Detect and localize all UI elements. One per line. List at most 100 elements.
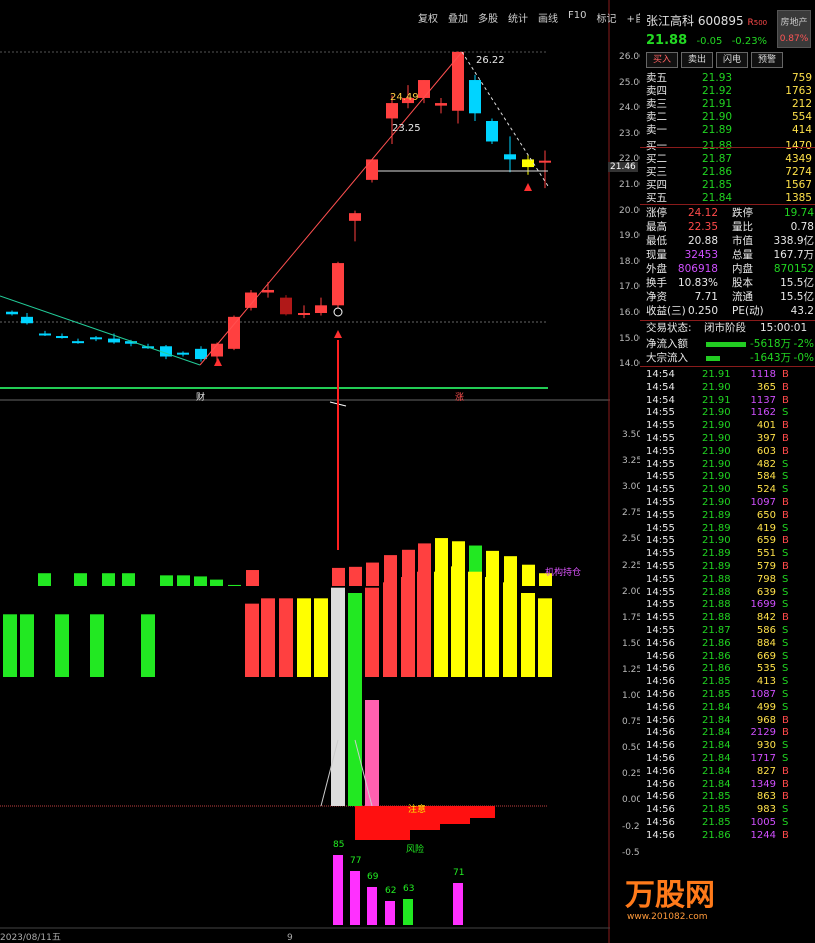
indicator-bar [279, 598, 293, 677]
trade-volume: 2129 [750, 727, 776, 739]
toolbar-item-0[interactable]: 复权 [418, 10, 438, 25]
trade-price: 21.84 [702, 765, 731, 777]
trade-row: 14:56 21.84 1349 B [646, 779, 814, 792]
indicator-bar [331, 587, 345, 806]
buy-button[interactable]: 买入 [646, 52, 678, 68]
price-change: -0.05 [696, 36, 723, 47]
candle [349, 210, 361, 242]
trade-volume: 579 [756, 561, 776, 572]
toolbar-item-6[interactable]: 标记 [596, 10, 616, 25]
trade-row: 14:55 21.88 639 S [646, 587, 814, 600]
kline-chart-area[interactable]: 26.22 24.49 23.25 财 涨注意 风险 机构持仓 85 77 69 62 63 71 202… [0, 0, 610, 943]
stats-key: 外盘 [646, 263, 667, 275]
trade-price: 21.84 [702, 714, 731, 726]
signal-bar [384, 555, 397, 586]
sector-name: 房地产 [780, 18, 808, 28]
trade-side: B [782, 433, 789, 444]
order-label: 买四 [646, 179, 667, 191]
trade-side: S [782, 663, 789, 675]
trade-time: 14:56 [646, 791, 675, 803]
toolbar-item-4[interactable]: 画线 [538, 10, 558, 25]
trade-volume: 365 [756, 381, 776, 393]
risk-value: 62 [385, 886, 396, 896]
toolbar-item-2[interactable]: 多股 [478, 10, 498, 25]
candle [469, 74, 481, 121]
stats-key: 净资 [646, 291, 667, 303]
trade-time: 14:56 [646, 817, 675, 828]
stats-key: 跌停 [732, 207, 753, 219]
stats-value: 43.2 [790, 305, 814, 317]
trade-price: 21.90 [702, 535, 731, 547]
stats-value: 15.5亿 [780, 291, 814, 303]
trade-row: 14:56 21.84 1717 S [646, 753, 814, 766]
trade-volume: 968 [756, 714, 776, 726]
trade-price: 21.90 [702, 381, 731, 393]
stats-key: 最高 [646, 221, 667, 233]
risk-bar [403, 899, 413, 925]
trade-side: B [782, 394, 789, 406]
signal-bar [228, 584, 241, 586]
trade-side: B [782, 369, 789, 380]
trade-side: S [782, 471, 789, 483]
trade-price: 21.90 [702, 484, 731, 496]
trade-price: 21.90 [702, 407, 731, 419]
risk-value: 63 [403, 884, 414, 894]
flash-button[interactable]: 闪电 [716, 52, 748, 68]
stats-row: 净资 7.71 流通 15.5亿 [646, 291, 814, 304]
trade-side: S [782, 701, 789, 713]
trade-price: 21.85 [702, 689, 731, 700]
indicator-bar [383, 582, 397, 677]
toolbar-item-3[interactable]: 统计 [508, 10, 528, 25]
sell-button[interactable]: 卖出 [681, 52, 713, 68]
trade-volume: 1137 [750, 394, 776, 406]
stats-value: 870152 [773, 263, 814, 275]
indicator-bar [90, 614, 104, 677]
order-book-row: 卖五 21.93 759 [646, 72, 814, 85]
toolbar-item-1[interactable]: 叠加 [448, 10, 468, 25]
signal-bar [160, 575, 173, 586]
trade-volume: 659 [756, 535, 776, 547]
trade-status-time: 15:00:01 [760, 322, 808, 334]
trade-volume: 584 [756, 471, 776, 483]
trade-row: 14:56 21.85 413 S [646, 676, 814, 689]
kline-svg[interactable]: 26.22 24.49 23.25 财 涨注意风险 机构持仓 85 77 69 62 63 71 202… [0, 0, 610, 943]
stats-key: 换手 [646, 277, 667, 289]
sector-badge[interactable]: 房地产 0.87% [777, 10, 811, 48]
trade-time: 14:54 [646, 381, 675, 393]
indicator-bar [451, 566, 465, 677]
trade-time: 14:55 [646, 561, 675, 572]
trade-volume: 1087 [750, 689, 776, 700]
indicator-bar [245, 603, 259, 677]
trade-price: 21.88 [702, 586, 731, 598]
stats-key: 涨停 [646, 207, 667, 219]
trade-side: S [782, 573, 789, 585]
trade-side: B [782, 561, 789, 572]
price-label-1: 24.49 [390, 92, 419, 103]
order-volume: 1763 [785, 85, 812, 97]
indicator-bar [503, 582, 517, 677]
indicator-bar [434, 571, 448, 677]
stats-value: 167.7万 [773, 249, 814, 261]
trade-row: 14:55 21.90 603 B [646, 446, 814, 459]
trade-time: 14:55 [646, 471, 675, 483]
trade-time: 14:55 [646, 497, 675, 508]
trade-side: S [782, 740, 789, 752]
trade-volume: 524 [756, 484, 776, 496]
toolbar-item-5[interactable]: F10 [568, 10, 586, 25]
order-label: 卖一 [646, 124, 667, 136]
order-book-row: 卖二 21.90 554 [646, 111, 814, 124]
stats-key: 现量 [646, 249, 667, 261]
candle [21, 313, 33, 325]
candle [332, 261, 344, 308]
trade-volume: 650 [756, 509, 776, 521]
stats-key: 收益(三) [646, 305, 686, 317]
order-price: 21.85 [702, 179, 733, 191]
price-change-pct: -0.23% [731, 36, 768, 47]
candle [262, 282, 274, 298]
trade-time: 14:55 [646, 484, 675, 496]
signal-bar [74, 573, 87, 586]
trade-volume: 482 [756, 458, 776, 470]
trade-price: 21.90 [702, 471, 731, 483]
alert-button[interactable]: 预警 [751, 52, 783, 68]
risk-bar [453, 883, 463, 925]
